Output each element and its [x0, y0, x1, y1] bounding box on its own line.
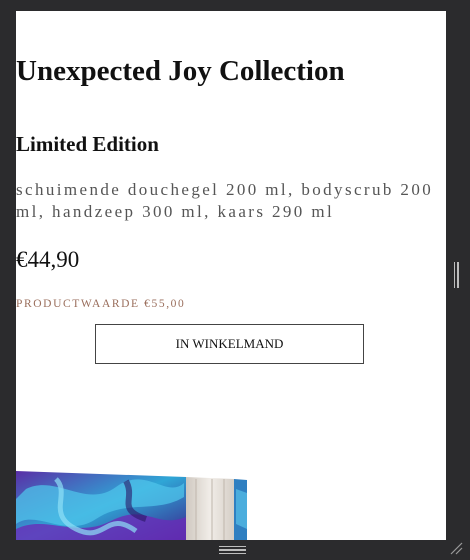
add-to-cart-button[interactable]: IN WINKELMAND	[95, 324, 364, 364]
product-value: PRODUCTWAARDE €55,00	[16, 298, 186, 310]
product-image[interactable]	[16, 469, 247, 540]
product-price: €44,90	[16, 247, 80, 272]
product-title: Unexpected Joy Collection	[16, 55, 345, 87]
horizontal-resize-handle-icon[interactable]	[219, 546, 246, 554]
product-subtitle: Limited Edition	[16, 132, 159, 156]
window-top-bar	[0, 0, 470, 11]
resize-corner-icon[interactable]	[449, 541, 463, 555]
product-description: schuimende douchegel 200 ml, bodyscrub 2…	[16, 180, 434, 221]
vertical-resize-handle-icon[interactable]	[453, 262, 459, 288]
product-page: Unexpected Joy Collection Limited Editio…	[16, 11, 446, 540]
